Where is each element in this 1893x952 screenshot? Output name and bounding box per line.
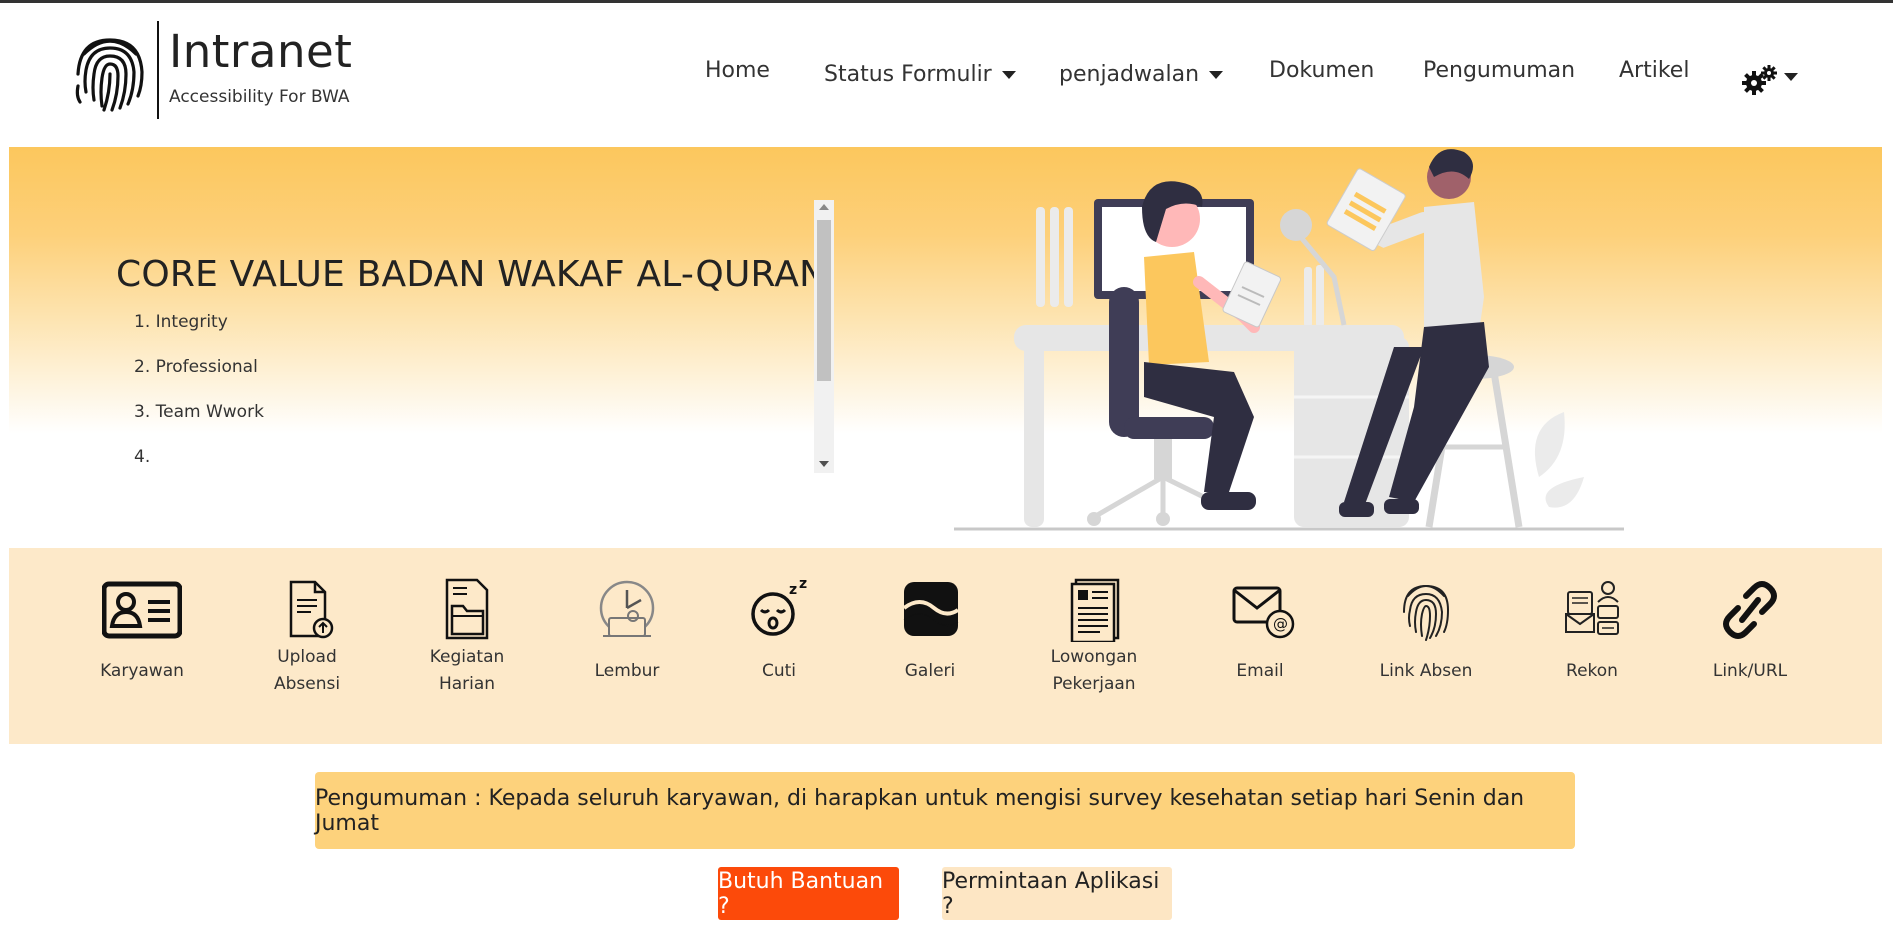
menu-label: Lembur <box>594 661 660 681</box>
email-at-icon: @ <box>1232 586 1295 639</box>
nav-penjadwalan-label: penjadwalan <box>1059 62 1200 87</box>
office-meeting-illustration <box>954 149 1624 531</box>
menu-lowongan-pekerjaan[interactable]: Lowongan Pekerjaan <box>1019 578 1169 698</box>
scroll-thumb[interactable] <box>817 220 831 381</box>
link-chain-icon <box>1723 581 1777 639</box>
header: Intranet Accessibility For BWA Home Stat… <box>0 3 1893 146</box>
chevron-down-icon <box>1784 73 1798 81</box>
nav-status-formulir-label: Status Formulir <box>824 62 992 87</box>
chevron-down-icon <box>1209 71 1224 79</box>
nav-pengumuman[interactable]: Pengumuman <box>1423 58 1575 83</box>
list-item: 1. Integrity <box>134 312 228 332</box>
menu-rekon[interactable]: Rekon <box>1517 578 1667 685</box>
menu-label: Email <box>1236 661 1284 681</box>
settings-dropdown[interactable] <box>1742 65 1808 95</box>
menu-email[interactable]: @ Email <box>1185 578 1335 685</box>
nav-home[interactable]: Home <box>705 58 770 83</box>
reconciliation-icon <box>1565 581 1619 635</box>
help-button[interactable]: Butuh Bantuan ? <box>718 867 899 920</box>
menu-label: Upload Absensi <box>273 647 341 694</box>
announcement-text: Pengumuman : Kepada seluruh karyawan, di… <box>315 785 1525 836</box>
folder-document-icon <box>445 578 489 640</box>
menu-label: Karyawan <box>100 661 184 681</box>
logo-divider <box>157 21 159 119</box>
svg-text:z: z <box>799 578 807 592</box>
svg-text:z: z <box>789 582 797 598</box>
nav-status-formulir[interactable]: Status Formulir <box>824 62 1016 87</box>
menu-link-url[interactable]: Link/URL <box>1675 578 1825 685</box>
brand-title[interactable]: Intranet <box>169 25 352 78</box>
quick-menu: Karyawan Upload Absensi Kegiatan Harian <box>9 548 1882 744</box>
nav-dokumen[interactable]: Dokumen <box>1269 58 1374 83</box>
sleep-face-icon: z z <box>751 578 807 636</box>
fingerprint-icon <box>75 38 144 112</box>
id-card-icon <box>102 581 182 639</box>
core-value-scrollbar[interactable] <box>814 200 834 473</box>
menu-label: Cuti <box>761 661 797 681</box>
overtime-clock-icon <box>599 580 655 637</box>
menu-label: Galeri <box>904 661 956 681</box>
nav-artikel[interactable]: Artikel <box>1619 58 1689 83</box>
scroll-up-arrow-icon[interactable] <box>819 204 829 210</box>
menu-karyawan[interactable]: Karyawan <box>67 578 217 685</box>
image-gallery-icon <box>902 582 960 636</box>
nav-home-label: Home <box>705 58 770 83</box>
hero-banner: CORE VALUE BADAN WAKAF AL-QURAN 1. Integ… <box>9 147 1882 545</box>
menu-label: Rekon <box>1566 661 1618 681</box>
job-document-icon <box>1070 578 1120 642</box>
list-item: 3. Team Wwork <box>134 402 264 422</box>
request-app-button[interactable]: Permintaan Aplikasi ? <box>942 867 1172 920</box>
chevron-down-icon <box>1001 71 1016 79</box>
list-item: 2. Professional <box>134 357 258 377</box>
menu-label: Link/URL <box>1712 661 1788 681</box>
gears-icon <box>1742 65 1777 95</box>
menu-lembur[interactable]: Lembur <box>552 578 702 685</box>
file-upload-icon <box>289 580 334 639</box>
menu-cuti[interactable]: z z Cuti <box>704 578 854 685</box>
menu-kegiatan-harian[interactable]: Kegiatan Harian <box>392 578 542 698</box>
svg-text:@: @ <box>1273 615 1288 633</box>
hero-title: CORE VALUE BADAN WAKAF AL-QURAN <box>116 254 827 295</box>
menu-label: Link Absen <box>1379 661 1473 681</box>
menu-label: Lowongan Pekerjaan <box>1050 647 1138 694</box>
nav-artikel-label: Artikel <box>1619 58 1690 83</box>
announcement-banner: Pengumuman : Kepada seluruh karyawan, di… <box>315 772 1575 849</box>
core-value-list: 1. Integrity 2. Professional 3. Team Wwo… <box>134 312 264 492</box>
nav-pengumuman-label: Pengumuman <box>1423 58 1576 83</box>
menu-label: Kegiatan Harian <box>429 647 505 694</box>
nav-dokumen-label: Dokumen <box>1269 58 1375 83</box>
menu-upload-absensi[interactable]: Upload Absensi <box>232 578 382 698</box>
fingerprint-icon <box>1403 584 1450 641</box>
list-item: 4. <box>134 447 151 467</box>
menu-galeri[interactable]: Galeri <box>855 578 1005 685</box>
nav-penjadwalan[interactable]: penjadwalan <box>1059 62 1224 87</box>
brand-subtitle: Accessibility For BWA <box>169 87 350 107</box>
menu-link-absen[interactable]: Link Absen <box>1351 578 1501 685</box>
scroll-down-arrow-icon[interactable] <box>819 461 829 467</box>
